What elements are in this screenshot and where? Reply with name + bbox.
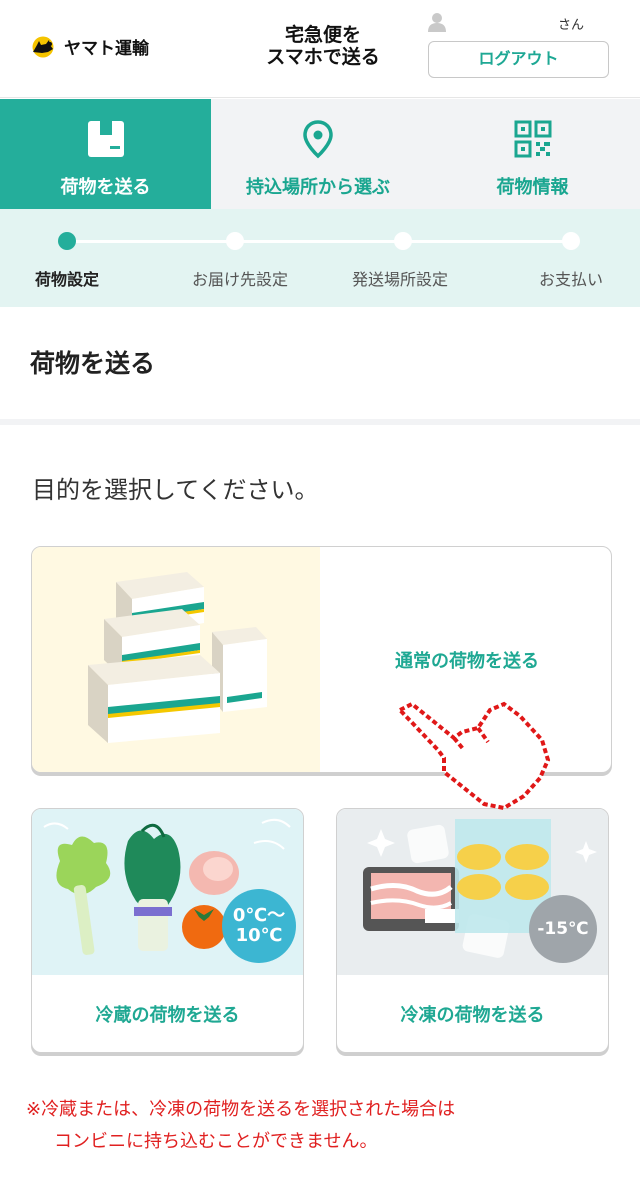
- step-dot: [226, 232, 244, 250]
- black-cat-logo-icon: [32, 36, 54, 57]
- temperature-badge-frozen: -15℃: [529, 895, 597, 963]
- main-tabs: 荷物を送る 持込場所から選ぶ 荷物情報: [0, 99, 640, 209]
- location-pin-icon: [303, 120, 333, 159]
- user-name-suffix: さん: [558, 18, 585, 33]
- logout-button[interactable]: ログアウト: [428, 41, 609, 78]
- step-dot: [394, 232, 412, 250]
- send-refrigerated-package-label: 冷蔵の荷物を送る: [95, 1005, 240, 1026]
- box-icon: [87, 121, 124, 157]
- tab-package-info[interactable]: 荷物情報: [425, 99, 640, 209]
- step-label-destination: お届け先設定: [191, 270, 289, 289]
- step-dot: [562, 232, 580, 250]
- app-header: ヤマト運輸 宅急便を スマホで送る さん ログアウト: [0, 0, 640, 98]
- yamato-logo[interactable]: ヤマト運輸: [28, 34, 149, 59]
- temperature-badge-cold: 0℃〜 10℃: [222, 889, 296, 963]
- page-title: 荷物を送る: [30, 349, 156, 378]
- tab-select-location[interactable]: 持込場所から選ぶ: [211, 99, 425, 209]
- tab-send-package[interactable]: 荷物を送る: [0, 99, 211, 209]
- notice-line2: コンビニに持ち込むことができません。: [54, 1131, 378, 1152]
- cold-chain-notice: ※冷蔵または、冷凍の荷物を送るを選択された場合は コンビニに持ち込むことができま…: [26, 1094, 455, 1158]
- step-line: [67, 240, 571, 243]
- user-icon: [428, 13, 446, 32]
- qr-code-icon: [514, 120, 551, 158]
- tab-label: 持込場所から選ぶ: [246, 177, 390, 198]
- logo-text: ヤマト運輸: [64, 39, 149, 59]
- tab-label: 荷物情報: [496, 177, 569, 198]
- stacked-boxes-icon: [88, 572, 267, 743]
- header-title: 宅急便を スマホで送る: [248, 24, 398, 68]
- send-frozen-package-card[interactable]: -15℃ 冷凍の荷物を送る: [336, 808, 609, 1053]
- refrigerated-illustration: 0℃〜 10℃: [32, 809, 303, 975]
- boxes-illustration: [32, 547, 320, 772]
- step-dot-active: [58, 232, 76, 250]
- header-title-line2: スマホで送る: [266, 46, 380, 68]
- send-refrigerated-package-card[interactable]: 0℃〜 10℃ 冷蔵の荷物を送る: [31, 808, 304, 1053]
- temp-cold-line2: 10℃: [235, 925, 283, 946]
- step-label-package: 荷物設定: [34, 270, 100, 289]
- send-frozen-package-label: 冷凍の荷物を送る: [400, 1005, 545, 1026]
- tab-label: 荷物を送る: [60, 177, 151, 198]
- section-divider: [0, 419, 640, 425]
- progress-steps: 荷物設定 お届け先設定 発送場所設定 お支払い: [0, 209, 640, 307]
- step-label-shipping-location: 発送場所設定: [351, 270, 449, 289]
- frozen-illustration: -15℃: [337, 809, 608, 975]
- header-title-line1: 宅急便を: [284, 24, 361, 46]
- step-label-payment: お支払い: [538, 270, 604, 289]
- pointing-hand-icon: [396, 701, 551, 811]
- notice-line1: ※冷蔵または、冷凍の荷物を送るを選択された場合は: [26, 1099, 456, 1120]
- temp-cold-line1: 0℃〜: [232, 905, 286, 926]
- instruction-text: 目的を選択してください。: [32, 476, 319, 504]
